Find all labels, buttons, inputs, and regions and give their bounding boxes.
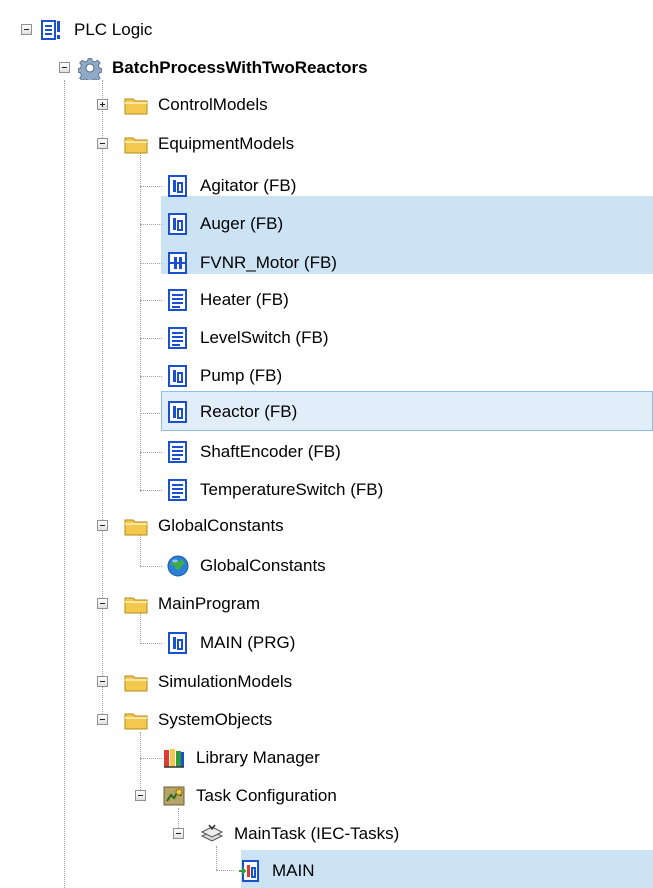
collapse-toggle[interactable] bbox=[97, 598, 108, 609]
tree-node-plc-logic[interactable]: PLC Logic bbox=[40, 11, 152, 49]
tree-node-label: SimulationModels bbox=[158, 672, 293, 691]
tree-node-folder[interactable]: SystemObjects bbox=[124, 701, 272, 739]
folder-icon bbox=[124, 670, 148, 694]
text-pou-icon bbox=[166, 326, 190, 350]
sfc-function-block-icon bbox=[166, 251, 190, 275]
tree-node-label: Library Manager bbox=[196, 748, 320, 767]
tree-line bbox=[140, 186, 162, 187]
tree-line bbox=[140, 758, 162, 759]
tree-node-label: FVNR_Motor (FB) bbox=[200, 253, 337, 272]
tree-node-label: SystemObjects bbox=[158, 710, 273, 729]
tree-node-folder[interactable]: MainProgram bbox=[124, 585, 260, 623]
text-pou-icon bbox=[166, 288, 190, 312]
plc-logic-icon bbox=[40, 18, 64, 42]
tree-node-pou[interactable]: Reactor (FB) bbox=[166, 393, 297, 431]
tree-line bbox=[140, 152, 141, 492]
project-tree: PLC Logic BatchProcessWithTwoReactors Co… bbox=[0, 0, 653, 888]
tree-line bbox=[140, 643, 162, 644]
tree-line bbox=[102, 80, 103, 720]
collapse-toggle[interactable] bbox=[97, 138, 108, 149]
tree-node-label: Reactor (FB) bbox=[200, 402, 298, 421]
global-variable-list-icon bbox=[166, 554, 190, 578]
tree-node-pou[interactable]: LevelSwitch (FB) bbox=[166, 319, 328, 357]
tree-node-program-call[interactable]: MAIN bbox=[238, 852, 315, 888]
program-call-icon bbox=[238, 859, 262, 883]
collapse-toggle[interactable] bbox=[21, 24, 32, 35]
task-icon bbox=[200, 822, 224, 846]
tree-node-folder[interactable]: GlobalConstants bbox=[124, 507, 284, 545]
tree-line bbox=[216, 870, 234, 871]
tree-node-label: MAIN (PRG) bbox=[200, 633, 296, 652]
tree-node-gvl[interactable]: GlobalConstants bbox=[166, 547, 326, 585]
tree-node-label: ShaftEncoder (FB) bbox=[200, 442, 341, 461]
tree-node-pou[interactable]: Auger (FB) bbox=[166, 205, 283, 243]
task-configuration-icon bbox=[162, 784, 186, 808]
tree-line bbox=[140, 452, 162, 453]
tree-node-label: Task Configuration bbox=[196, 786, 337, 805]
collapse-toggle[interactable] bbox=[59, 62, 70, 73]
tree-node-pou[interactable]: Agitator (FB) bbox=[166, 167, 296, 205]
expand-toggle[interactable] bbox=[97, 99, 108, 110]
tree-line bbox=[140, 224, 162, 225]
folder-icon bbox=[124, 514, 148, 538]
tree-node-label: ControlModels bbox=[158, 95, 268, 114]
folder-icon bbox=[124, 132, 148, 156]
library-manager-icon bbox=[162, 746, 186, 770]
tree-node-folder[interactable]: SimulationModels bbox=[124, 663, 292, 701]
tree-node-label: Auger (FB) bbox=[200, 214, 284, 233]
tree-node-label: TemperatureSwitch (FB) bbox=[200, 480, 384, 499]
tree-line bbox=[140, 732, 141, 798]
tree-node-label: GlobalConstants bbox=[158, 516, 284, 535]
text-pou-icon bbox=[166, 440, 190, 464]
tree-line bbox=[140, 376, 162, 377]
tree-node-label: LevelSwitch (FB) bbox=[200, 328, 329, 347]
tree-line bbox=[140, 263, 162, 264]
tree-node-label: MainProgram bbox=[158, 594, 261, 613]
tree-node-pou[interactable]: Heater (FB) bbox=[166, 281, 289, 319]
tree-node-pou[interactable]: MAIN (PRG) bbox=[166, 624, 295, 662]
tree-node-library-manager[interactable]: Library Manager bbox=[162, 739, 320, 777]
tree-node-pou[interactable]: Pump (FB) bbox=[166, 357, 282, 395]
tree-node-project[interactable]: BatchProcessWithTwoReactors bbox=[77, 49, 368, 87]
text-pou-icon bbox=[166, 478, 190, 502]
tree-node-label: Pump (FB) bbox=[200, 366, 283, 385]
tree-node-label: MAIN bbox=[272, 861, 315, 880]
tree-node-label: MainTask (IEC-Tasks) bbox=[234, 824, 400, 843]
tree-node-label: EquipmentModels bbox=[158, 134, 295, 153]
collapse-toggle[interactable] bbox=[135, 790, 146, 801]
tree-line bbox=[64, 80, 65, 888]
tree-node-folder[interactable]: EquipmentModels bbox=[124, 125, 294, 163]
tree-node-label: GlobalConstants bbox=[200, 556, 326, 575]
folder-icon bbox=[124, 93, 148, 117]
folder-icon bbox=[124, 592, 148, 616]
tree-node-task-configuration[interactable]: Task Configuration bbox=[162, 777, 337, 815]
tree-node-pou[interactable]: TemperatureSwitch (FB) bbox=[166, 471, 383, 509]
gear-icon bbox=[77, 56, 103, 83]
collapse-toggle[interactable] bbox=[173, 828, 184, 839]
collapse-toggle[interactable] bbox=[97, 676, 108, 687]
tree-node-pou[interactable]: ShaftEncoder (FB) bbox=[166, 433, 341, 471]
tree-line bbox=[140, 490, 162, 491]
collapse-toggle[interactable] bbox=[97, 520, 108, 531]
tree-line bbox=[140, 566, 162, 567]
function-block-icon bbox=[166, 364, 190, 388]
folder-icon bbox=[124, 708, 148, 732]
tree-node-label: PLC Logic bbox=[74, 20, 153, 39]
tree-node-folder[interactable]: ControlModels bbox=[124, 86, 268, 124]
program-icon bbox=[166, 631, 190, 655]
tree-node-label: BatchProcessWithTwoReactors bbox=[112, 58, 368, 77]
collapse-toggle[interactable] bbox=[97, 714, 108, 725]
tree-line bbox=[140, 413, 162, 414]
tree-node-task[interactable]: MainTask (IEC-Tasks) bbox=[200, 815, 399, 853]
tree-line bbox=[140, 338, 162, 339]
function-block-icon bbox=[166, 174, 190, 198]
function-block-icon bbox=[166, 212, 190, 236]
tree-node-label: Agitator (FB) bbox=[200, 176, 297, 195]
function-block-icon bbox=[166, 400, 190, 424]
tree-node-pou[interactable]: FVNR_Motor (FB) bbox=[166, 244, 337, 282]
tree-line bbox=[140, 300, 162, 301]
tree-node-label: Heater (FB) bbox=[200, 290, 289, 309]
